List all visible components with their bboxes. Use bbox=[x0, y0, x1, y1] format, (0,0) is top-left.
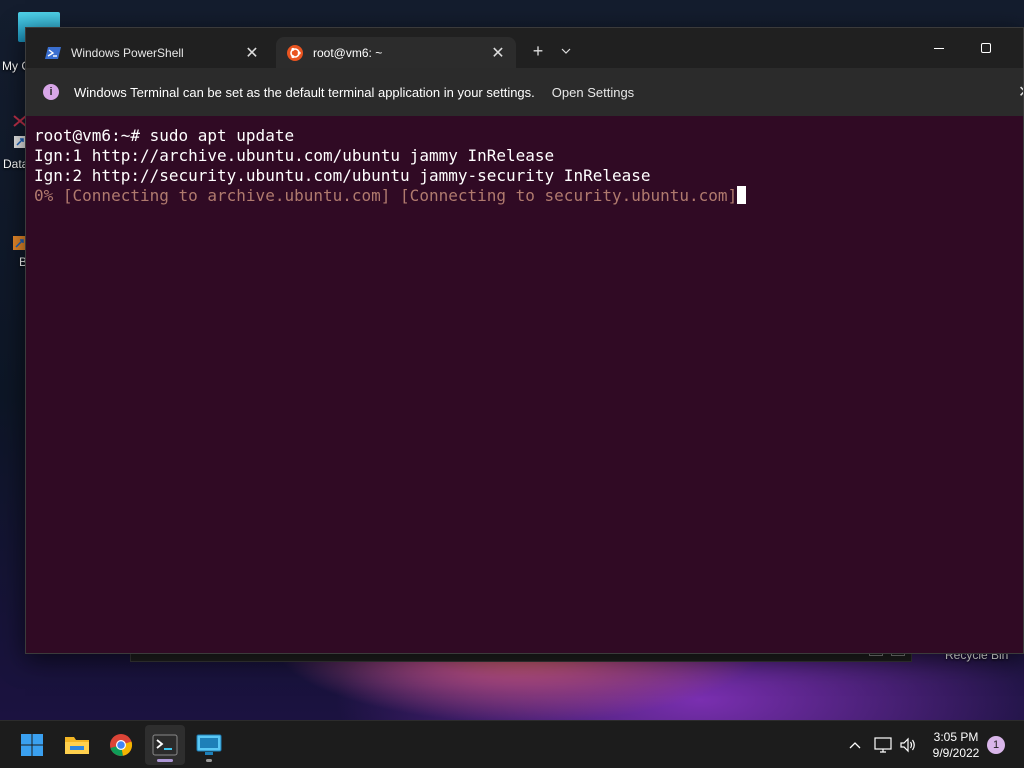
terminal-line: Ign:1 http://archive.ubuntu.com/ubuntu j… bbox=[34, 146, 555, 165]
title-bar[interactable]: Windows PowerShell ✕ root@vm6: ~ ✕ + bbox=[26, 28, 1023, 68]
show-hidden-icons-chevron-up-icon[interactable] bbox=[843, 733, 867, 757]
remote-desktop-icon bbox=[196, 734, 222, 755]
info-icon: i bbox=[43, 84, 59, 100]
taskbar: 3:05 PM 9/9/2022 1 bbox=[0, 720, 1024, 768]
open-settings-link[interactable]: Open Settings bbox=[552, 85, 634, 100]
clock-date: 9/9/2022 bbox=[932, 746, 980, 760]
clock-time: 3:05 PM bbox=[933, 730, 979, 744]
terminal-window: Windows PowerShell ✕ root@vm6: ~ ✕ + i W… bbox=[25, 27, 1024, 654]
chrome-button[interactable] bbox=[101, 725, 141, 765]
network-icon[interactable] bbox=[871, 733, 895, 757]
tab-title: Windows PowerShell bbox=[71, 45, 184, 60]
open-indicator bbox=[206, 759, 212, 762]
start-button[interactable] bbox=[12, 725, 52, 765]
new-tab-button[interactable]: + bbox=[526, 39, 550, 63]
tab-root-vm6[interactable]: root@vm6: ~ ✕ bbox=[276, 37, 516, 68]
info-message: Windows Terminal can be set as the defau… bbox=[74, 84, 535, 100]
maximize-button[interactable] bbox=[963, 34, 1009, 62]
close-tab-icon[interactable]: ✕ bbox=[486, 41, 510, 65]
terminal-line: root@vm6:~# sudo apt update bbox=[34, 126, 295, 145]
progress-text: 0% [Connecting to archive.ubuntu.com] [C… bbox=[34, 186, 738, 205]
minimize-button[interactable] bbox=[916, 34, 962, 62]
terminal-output[interactable]: root@vm6:~# sudo apt update Ign:1 http:/… bbox=[26, 116, 1023, 653]
remote-desktop-button[interactable] bbox=[189, 725, 229, 765]
terminal-line: Ign:2 http://security.ubuntu.com/ubuntu … bbox=[34, 166, 651, 185]
info-bar: i Windows Terminal can be set as the def… bbox=[26, 68, 1023, 116]
windows-terminal-button[interactable] bbox=[145, 725, 185, 765]
tab-title: root@vm6: ~ bbox=[313, 45, 383, 60]
volume-icon[interactable] bbox=[896, 733, 920, 757]
close-icon[interactable]: ✕ bbox=[1018, 82, 1023, 102]
ubuntu-icon bbox=[287, 44, 303, 61]
powershell-icon bbox=[45, 45, 61, 61]
clock[interactable]: 3:05 PM 9/9/2022 bbox=[925, 729, 987, 761]
tab-windows-powershell[interactable]: Windows PowerShell ✕ bbox=[34, 37, 270, 68]
text-cursor bbox=[737, 186, 747, 204]
terminal-progress-line: 0% [Connecting to archive.ubuntu.com] [C… bbox=[34, 186, 1023, 206]
start-icon bbox=[21, 734, 43, 756]
chrome-icon bbox=[110, 734, 133, 756]
close-tab-icon[interactable]: ✕ bbox=[240, 41, 264, 65]
file-explorer-icon bbox=[65, 737, 89, 754]
running-indicator bbox=[157, 759, 173, 762]
file-explorer-button[interactable] bbox=[57, 725, 97, 765]
notification-badge[interactable]: 1 bbox=[987, 736, 1005, 754]
tab-dropdown-chevron-down-icon[interactable] bbox=[554, 39, 578, 63]
windows-terminal-icon bbox=[152, 734, 178, 756]
